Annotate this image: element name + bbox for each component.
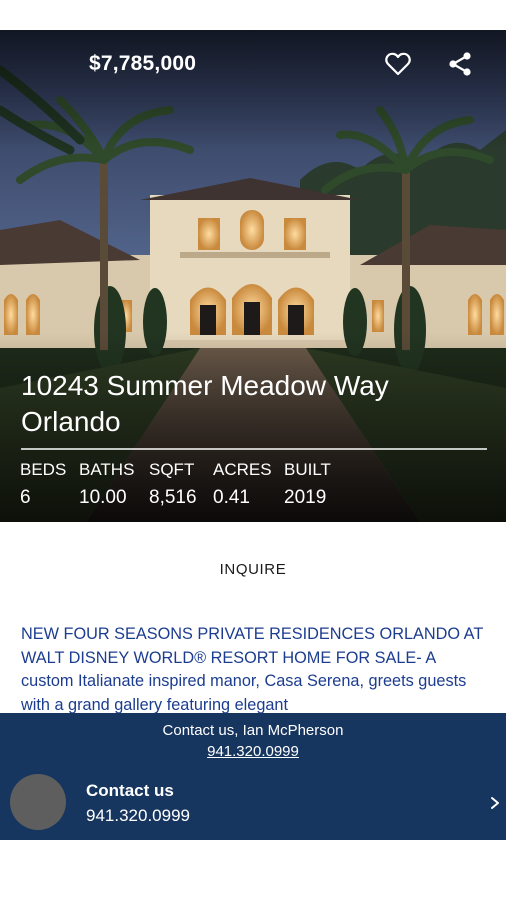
top-gradient [0,30,506,150]
listing-hero-photo: $7,785,000 10243 Summer Meadow Way Orlan… [0,30,506,522]
listing-description: NEW FOUR SEASONS PRIVATE RESIDENCES ORLA… [21,625,483,713]
stat-beds: BEDS 6 [20,459,79,513]
contact-number: 941.320.0999 [86,806,190,825]
stat-value: 10.00 [79,487,127,508]
agent-phone-link[interactable]: 941.320.0999 [0,743,506,760]
listing-address: 10243 Summer Meadow Way Orlando [21,368,389,440]
share-button[interactable] [444,48,476,80]
address-city: Orlando [21,406,121,437]
contact-us-row[interactable] [0,768,506,840]
inquire-button[interactable]: INQUIRE [0,561,506,578]
stat-value: 2019 [284,487,327,508]
stat-value: 8,516 [149,487,197,508]
status-bar [0,0,506,30]
stat-label: BUILT [284,460,331,479]
stat-acres: ACRES 0.41 [213,459,284,513]
heart-outline-icon [385,52,411,76]
contact-title: Contact us [86,781,174,800]
listing-stats: BEDS 6 BATHS 10.00 SQFT 8,516 ACRES 0.41… [20,459,354,513]
favorite-button[interactable] [382,48,414,80]
stat-label: SQFT [149,460,195,479]
system-nav-bar [0,840,506,900]
chevron-right-icon[interactable] [488,795,502,811]
stat-label: ACRES [213,460,272,479]
avatar [10,774,66,830]
stat-value: 0.41 [213,487,250,508]
agent-contact-line: Contact us, Ian McPherson [162,722,344,739]
stats-divider [21,448,487,450]
stat-label: BATHS [79,460,135,479]
address-street: 10243 Summer Meadow Way [21,370,389,401]
stat-value: 6 [20,487,31,508]
stat-label: BEDS [20,460,67,479]
share-icon [449,52,471,76]
stat-built: BUILT 2019 [284,459,354,513]
contact-panel: Contact us, Ian McPherson 941.320.0999 C… [0,713,506,840]
listing-price: $7,785,000 [89,52,197,75]
stat-sqft: SQFT 8,516 [149,459,213,513]
stat-baths: BATHS 10.00 [79,459,149,513]
